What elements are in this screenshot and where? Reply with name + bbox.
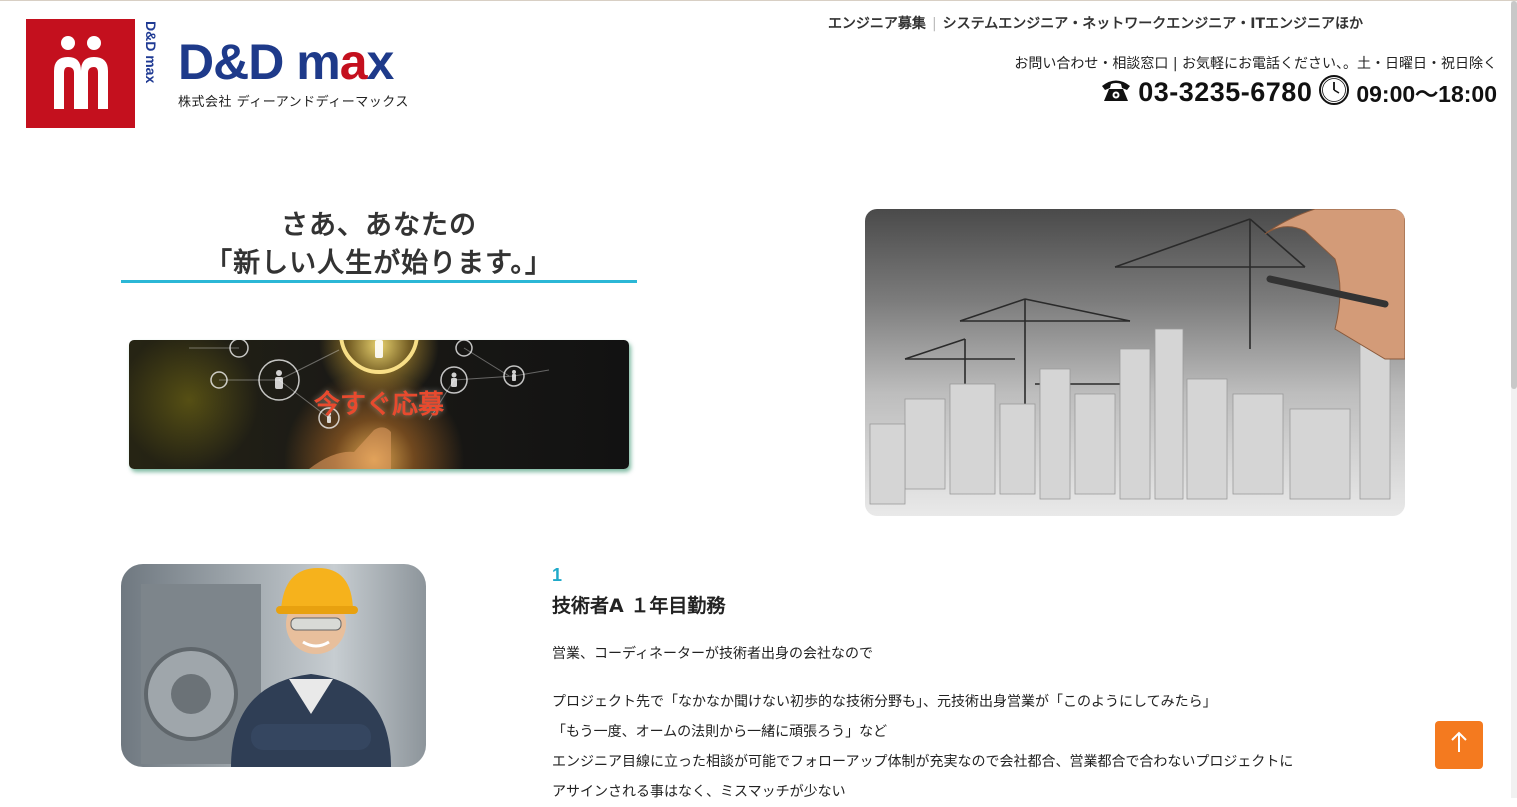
entry-number: 1 [552, 565, 563, 585]
hero-title-line1: さあ、あなたの [281, 210, 477, 241]
hero-underline [121, 280, 637, 283]
entry-paragraph: アサインされる事はなく、ミスマッチが少ない [552, 784, 846, 800]
telephone-icon [1100, 77, 1132, 107]
back-to-top-button[interactable] [1435, 721, 1483, 769]
entry-title: 技術者A １年目勤務 [552, 595, 726, 617]
contact-text: お問い合わせ・相談窓口 | お気軽にお電話ください、。土・日曜日・祝日除く [1014, 56, 1497, 72]
logo-mark-icon [26, 19, 135, 128]
recruit-label: エンジニア募集 [827, 16, 926, 32]
phone-number[interactable]: 03-3235-6780 [1138, 77, 1312, 108]
entry-paragraph: エンジニア目線に立った相談が可能でフォローアップ体制が充実なので会社都合、営業都… [552, 754, 1294, 770]
logo-subtitle: 株式会社 ディーアンドディーマックス [178, 95, 409, 110]
arrow-up-icon [1450, 731, 1468, 759]
construction-city-image [865, 209, 1405, 516]
apply-now-label: 今すぐ応募 [313, 390, 444, 420]
scrollbar-track[interactable] [1511, 1, 1517, 798]
contact-info: 03-3235-6780 09:00〜18:00 [1100, 75, 1497, 109]
worker-photo [121, 564, 426, 767]
logo-vertical-text: D&D max [143, 21, 159, 84]
divider: | [931, 16, 937, 32]
logo-name: D&D max [178, 34, 394, 90]
recruit-roles: システムエンジニア・ネットワークエンジニア・ITエンジニアほか [942, 16, 1363, 32]
site-logo[interactable]: D&D max D&D max 株式会社 ディーアンドディーマックス [26, 19, 408, 131]
business-hours: 09:00〜18:00 [1356, 81, 1497, 107]
entry-paragraph: プロジェクト先で「なかなか聞けない初歩的な技術分野も」、元技術出身営業が「このよ… [552, 694, 1217, 710]
hero-title: さあ、あなたの 「新しい人生が始ります。」 [121, 207, 637, 283]
hero-title-line2: 「新しい人生が始ります。」 [205, 248, 553, 279]
apply-now-button[interactable]: 今すぐ応募 [129, 340, 629, 469]
entry-body: 営業、コーディネーターが技術者出身の会社なので プロジェクト先で「なかなか聞けな… [552, 639, 1372, 807]
clock-icon [1318, 74, 1350, 110]
entry-paragraph: 営業、コーディネーターが技術者出身の会社なので [552, 646, 874, 662]
entry-paragraph: 「もう一度、オームの法則から一緒に頑張ろう」など [552, 724, 888, 740]
recruit-headline: エンジニア募集 | システムエンジニア・ネットワークエンジニア・ITエンジニアほか [828, 13, 1363, 33]
scrollbar-thumb[interactable] [1511, 1, 1517, 389]
